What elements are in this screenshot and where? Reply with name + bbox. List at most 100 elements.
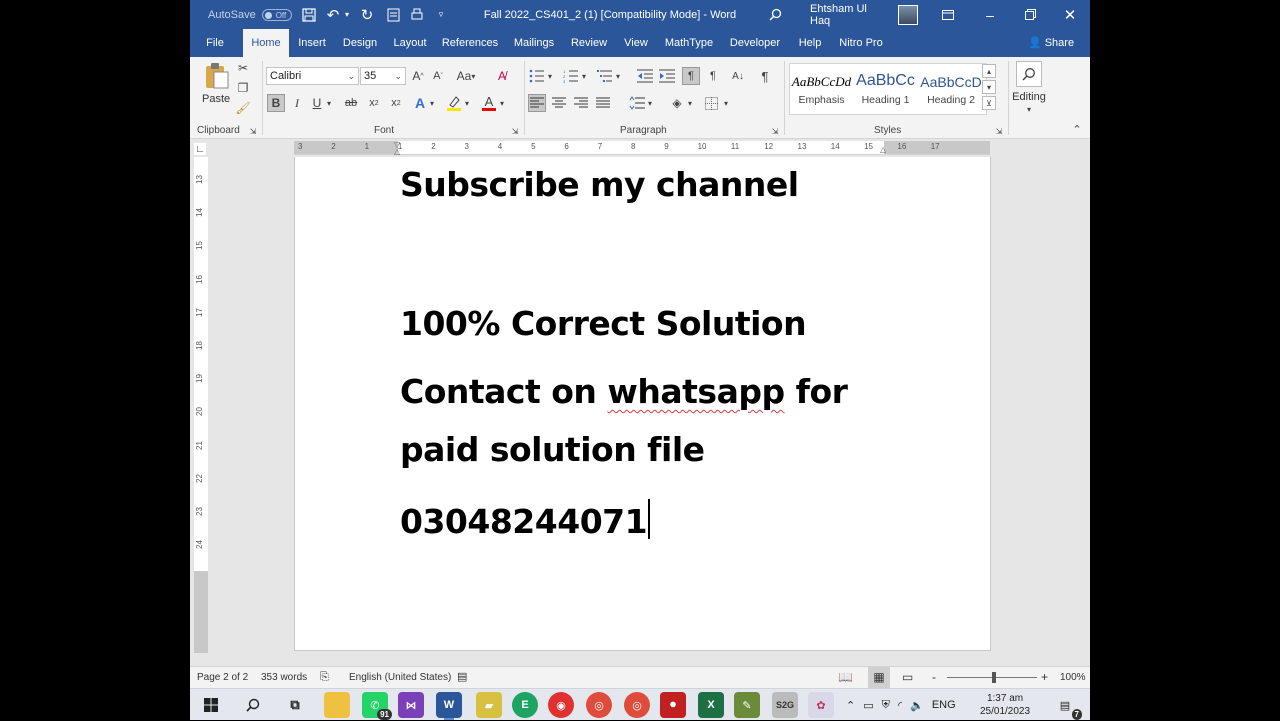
autosave-toggle[interactable]: Off (261, 8, 292, 21)
language-indicator[interactable]: English (United States) (349, 667, 451, 688)
network-icon[interactable]: ◜ (898, 699, 902, 712)
file-explorer-icon[interactable] (324, 692, 350, 718)
superscript-icon[interactable]: x2 (388, 94, 404, 112)
accessibility-icon[interactable]: ▤ (457, 667, 467, 688)
security-icon[interactable]: ⛨ (882, 699, 890, 712)
search-icon[interactable] (766, 0, 784, 29)
share-button[interactable]: 👤 Share (1026, 29, 1076, 57)
media-app-icon[interactable]: ◉ (548, 692, 574, 718)
shading-dropdown-icon[interactable]: ▾ (686, 94, 694, 112)
speaker-icon[interactable]: 🔈 (910, 699, 924, 712)
tab-insert[interactable]: Insert (294, 29, 330, 57)
zoom-level[interactable]: 100% (1060, 667, 1086, 688)
word-count[interactable]: 353 words (261, 667, 307, 688)
document-page[interactable]: Subscribe my channel 100% Correct Soluti… (294, 157, 991, 651)
styles-more-icon[interactable]: ⊻ (982, 96, 996, 110)
style-heading-1[interactable]: AaBbCc Heading 1 (854, 64, 917, 114)
line-spacing-dropdown-icon[interactable]: ▾ (646, 94, 654, 112)
tab-review[interactable]: Review (568, 29, 610, 57)
find-icon[interactable] (1016, 61, 1042, 87)
show-formatting-marks-icon[interactable]: ¶ (756, 67, 774, 85)
ribbon-display-options-icon[interactable] (938, 0, 958, 29)
print-layout-icon[interactable]: ▦ (868, 667, 890, 688)
bullets-icon[interactable] (528, 67, 546, 85)
app-icon[interactable]: ✎ (734, 692, 760, 718)
increase-indent-icon[interactable] (658, 67, 676, 85)
format-painter-icon[interactable]: 🖌 (235, 101, 250, 115)
ltr-text-direction-icon[interactable]: ¶ (682, 67, 700, 85)
read-mode-icon[interactable]: 📖 (838, 667, 853, 688)
user-name[interactable]: Ehtsham Ul Haq (810, 0, 890, 29)
styles-scroll-down-icon[interactable]: ▾ (982, 80, 996, 94)
clipboard-launcher-icon[interactable]: ⇲ (248, 126, 258, 136)
grow-font-icon[interactable]: A ^ (410, 67, 426, 85)
align-right-icon[interactable] (572, 94, 590, 112)
minimize-icon[interactable]: – (978, 0, 1002, 29)
line-spacing-icon[interactable] (628, 94, 646, 112)
misspelled-word[interactable]: whatsapp (607, 372, 785, 411)
tab-references[interactable]: References (440, 29, 500, 57)
zoom-slider-thumb[interactable] (992, 672, 996, 683)
numbering-icon[interactable]: 123 (562, 67, 580, 85)
text-effects-icon[interactable]: A (412, 94, 428, 112)
save-icon[interactable] (300, 0, 318, 29)
print-preview-icon[interactable] (408, 0, 426, 29)
tab-developer[interactable]: Developer (726, 29, 784, 57)
hanging-indent-marker[interactable]: △ (394, 147, 400, 156)
bold-icon[interactable]: B (267, 94, 285, 112)
multilevel-dropdown-icon[interactable]: ▾ (614, 67, 622, 85)
paragraph-launcher-icon[interactable]: ⇲ (770, 126, 780, 136)
clear-formatting-icon[interactable]: A̸ (494, 67, 510, 85)
notifications-icon[interactable]: ▤ 7 (1052, 692, 1082, 720)
tab-help[interactable]: Help (794, 29, 826, 57)
horizontal-ruler[interactable]: 3 2 1 1 2 3 4 5 6 7 8 9 10 11 12 13 14 15 16 17 ▽ △ △ (294, 140, 990, 156)
font-color-dropdown-icon[interactable]: ▾ (498, 94, 506, 112)
highlight-icon[interactable] (445, 94, 463, 112)
shading-icon[interactable]: ◈ (668, 94, 686, 112)
tab-home[interactable]: Home (243, 29, 289, 57)
paste-label[interactable]: Paste (202, 93, 230, 105)
copy-icon[interactable]: ❐ (236, 81, 250, 95)
vertical-ruler[interactable]: 131415161718192021222324252627 (194, 157, 208, 653)
highlight-dropdown-icon[interactable]: ▾ (463, 94, 471, 112)
proofing-icon[interactable]: ⎘ (320, 667, 329, 688)
tab-mathtype[interactable]: MathType (662, 29, 716, 57)
underline-dropdown-icon[interactable]: ▾ (325, 94, 333, 112)
tab-layout[interactable]: Layout (390, 29, 430, 57)
meet-now-icon[interactable]: ▭ (863, 699, 873, 712)
font-size-combo[interactable]: 35 ⌄ (360, 67, 406, 85)
search-icon[interactable] (240, 692, 266, 718)
editing-label[interactable]: Editing (1008, 91, 1050, 103)
undo-dropdown-icon[interactable]: ▾ (342, 0, 352, 29)
redo-icon[interactable]: ↻ (358, 0, 376, 29)
app-icon[interactable]: ✿ (808, 692, 834, 718)
strikethrough-icon[interactable]: ab (341, 94, 361, 112)
restore-icon[interactable] (1018, 0, 1042, 29)
excel-icon[interactable]: X (698, 692, 724, 718)
styles-scroll-up-icon[interactable]: ▴ (982, 64, 996, 78)
chrome-icon[interactable]: ◎ (586, 692, 612, 718)
align-left-icon[interactable] (528, 94, 546, 112)
avatar[interactable] (896, 0, 920, 29)
task-view-icon[interactable]: ⧉ (282, 692, 308, 718)
tab-selector-icon[interactable]: ∟ (194, 143, 206, 155)
collapse-ribbon-icon[interactable]: ⌃ (1070, 123, 1084, 136)
borders-dropdown-icon[interactable]: ▾ (722, 94, 730, 112)
undo-icon[interactable]: ↶ (324, 0, 342, 29)
word-taskbar-icon[interactable]: W (436, 692, 462, 720)
style-emphasis[interactable]: AaBbCcDd Emphasis (790, 64, 853, 114)
text-effects-dropdown-icon[interactable]: ▾ (428, 94, 436, 112)
bullets-dropdown-icon[interactable]: ▾ (546, 67, 554, 85)
rtl-text-direction-icon[interactable]: ¶ (704, 67, 722, 85)
italic-icon[interactable]: I (289, 94, 305, 112)
screen-recorder-icon[interactable]: ⏺ (660, 692, 686, 718)
visual-studio-icon[interactable]: ⋈ (398, 692, 424, 718)
tab-view[interactable]: View (620, 29, 652, 57)
font-launcher-icon[interactable]: ⇲ (510, 126, 520, 136)
app-icon[interactable]: ▰ (476, 692, 502, 718)
right-indent-marker[interactable]: △ (880, 145, 886, 154)
tab-file[interactable]: File (198, 29, 232, 57)
tab-design[interactable]: Design (340, 29, 380, 57)
autosave-control[interactable]: AutoSave Off (208, 0, 292, 29)
paste-icon[interactable] (202, 61, 232, 91)
